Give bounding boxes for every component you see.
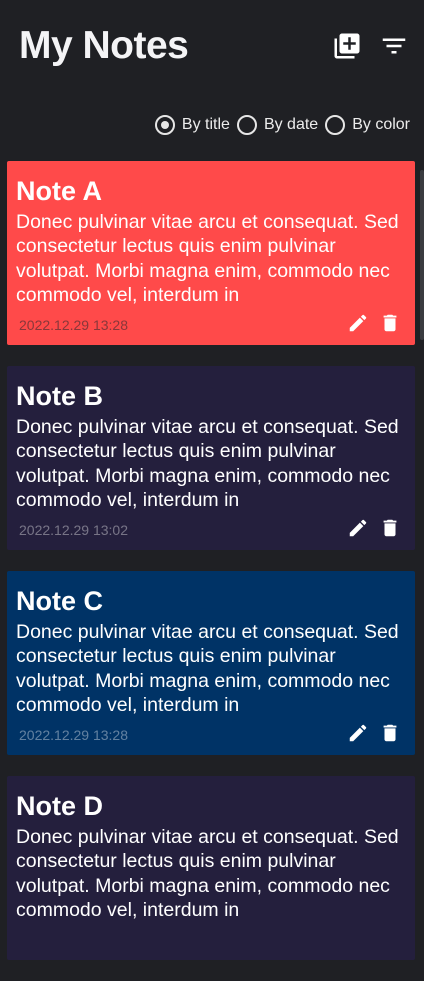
note-card[interactable]: Note A Donec pulvinar vitae arcu et cons… — [7, 161, 415, 345]
note-actions — [347, 722, 401, 744]
note-title: Note D — [16, 791, 103, 821]
radio-label-by-date: By date — [263, 116, 319, 133]
note-card[interactable]: Note C Donec pulvinar vitae arcu et cons… — [7, 571, 415, 755]
scrollbar-thumb[interactable] — [420, 170, 424, 340]
radio-by-color[interactable] — [325, 115, 346, 135]
radio-label-by-color: By color — [352, 116, 410, 133]
note-body: Donec pulvinar vitae arcu et consequat. … — [16, 826, 399, 922]
note-date: 2022.12.29 13:28 — [19, 317, 128, 333]
app-bar: My Notes — [0, 0, 424, 95]
add-note-icon — [334, 33, 360, 59]
app-title: My Notes — [19, 24, 189, 67]
note-card[interactable]: Note B Donec pulvinar vitae arcu et cons… — [7, 366, 415, 550]
note-title: Note B — [16, 381, 103, 411]
edit-note-button[interactable] — [347, 517, 369, 539]
sort-options: By title By date By color — [148, 113, 410, 137]
sort-by-color[interactable]: By color — [325, 115, 410, 135]
note-date: 2022.12.29 13:02 — [19, 522, 128, 538]
filter-button[interactable] — [377, 29, 411, 63]
delete-note-button[interactable] — [379, 517, 401, 539]
sort-by-date[interactable]: By date — [236, 115, 319, 135]
edit-icon — [349, 314, 367, 332]
note-list: Note A Donec pulvinar vitae arcu et cons… — [7, 161, 415, 981]
note-title: Note A — [16, 176, 102, 206]
note-date: 2022.12.29 13:28 — [19, 727, 128, 743]
edit-icon — [349, 519, 367, 537]
delete-icon — [383, 314, 397, 332]
delete-note-button[interactable] — [379, 722, 401, 744]
note-card[interactable]: Note D Donec pulvinar vitae arcu et cons… — [7, 776, 415, 960]
radio-by-title[interactable] — [154, 115, 175, 135]
edit-note-button[interactable] — [347, 312, 369, 334]
note-title: Note C — [16, 586, 103, 616]
delete-icon — [383, 519, 397, 537]
radio-label-by-title: By title — [181, 116, 230, 133]
delete-icon — [383, 724, 397, 742]
filter-icon — [382, 38, 406, 54]
delete-note-button[interactable] — [379, 312, 401, 334]
sort-by-title[interactable]: By title — [154, 115, 230, 135]
edit-icon — [349, 724, 367, 742]
edit-note-button[interactable] — [347, 722, 369, 744]
note-actions — [347, 312, 401, 334]
note-body: Donec pulvinar vitae arcu et consequat. … — [16, 211, 399, 307]
add-note-button[interactable] — [330, 29, 364, 63]
note-body: Donec pulvinar vitae arcu et consequat. … — [16, 621, 399, 717]
note-body: Donec pulvinar vitae arcu et consequat. … — [16, 416, 399, 512]
radio-by-date[interactable] — [236, 115, 257, 135]
note-actions — [347, 517, 401, 539]
